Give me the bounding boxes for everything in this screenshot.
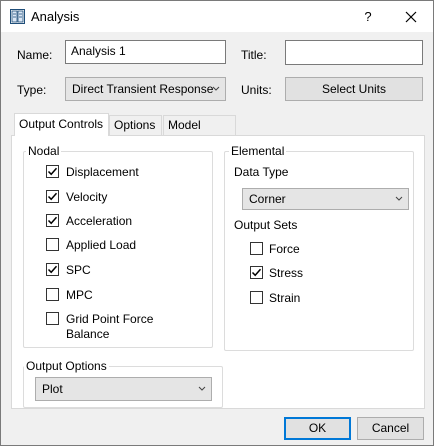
acceleration-checkbox[interactable] [46, 214, 59, 227]
output-controls-panel: Nodal Displacement Velocity Acceleration… [11, 135, 425, 409]
nodal-group-label: Nodal [26, 144, 62, 158]
spc-checkbox[interactable] [46, 263, 59, 276]
title-label: Title: [241, 48, 267, 62]
checkmark-icon [47, 265, 58, 274]
title-field[interactable] [285, 40, 423, 65]
ok-button[interactable]: OK [284, 417, 351, 440]
chevron-down-icon [198, 386, 206, 391]
tab-options[interactable]: Options [109, 115, 162, 135]
close-icon [405, 11, 417, 23]
window-title: Analysis [31, 9, 80, 24]
spc-label: SPC [66, 263, 91, 277]
strain-checkbox[interactable] [250, 291, 263, 304]
data-type-select-value: Corner [249, 192, 286, 206]
checkmark-icon [47, 216, 58, 225]
checkmark-icon [47, 167, 58, 176]
tab-output-controls[interactable]: Output Controls [14, 113, 109, 136]
type-select[interactable]: Direct Transient Response [65, 77, 226, 101]
output-options-label: Output Options [24, 359, 109, 373]
elemental-group-label: Elemental [229, 144, 287, 158]
app-icon [10, 9, 25, 24]
displacement-label: Displacement [66, 165, 139, 179]
strain-label: Strain [269, 291, 301, 305]
units-label: Units: [241, 83, 272, 97]
velocity-label: Velocity [66, 190, 108, 204]
tab-model-state[interactable]: Model State [163, 115, 236, 150]
checkmark-icon [251, 268, 262, 277]
applied-load-label: Applied Load [66, 238, 137, 252]
data-type-label: Data Type [234, 165, 289, 179]
chevron-down-icon [395, 196, 403, 201]
grid-point-force-balance-checkbox[interactable] [46, 312, 59, 325]
grid-point-force-label-line2: Balance [66, 327, 110, 341]
force-label: Force [269, 242, 300, 256]
analysis-dialog: Analysis ? Name: Analysis 1 Title: Type:… [0, 0, 434, 446]
force-checkbox[interactable] [250, 242, 263, 255]
cancel-button[interactable]: Cancel [357, 417, 424, 440]
mpc-checkbox[interactable] [46, 288, 59, 301]
checkmark-icon [47, 192, 58, 201]
output-sets-label: Output Sets [234, 218, 298, 232]
acceleration-label: Acceleration [66, 214, 133, 228]
help-button[interactable]: ? [356, 6, 380, 28]
mpc-label: MPC [66, 288, 93, 302]
stress-label: Stress [269, 266, 304, 280]
name-label: Name: [17, 48, 53, 62]
select-units-button[interactable]: Select Units [285, 77, 423, 101]
close-button[interactable] [399, 6, 423, 28]
output-options-select-value: Plot [42, 382, 63, 396]
chevron-down-icon [212, 86, 220, 91]
velocity-checkbox[interactable] [46, 190, 59, 203]
stress-checkbox[interactable] [250, 266, 263, 279]
output-options-select[interactable]: Plot [35, 377, 212, 401]
type-label: Type: [17, 83, 47, 97]
type-select-value: Direct Transient Response [72, 82, 214, 96]
grid-point-force-label: Grid Point Force [66, 312, 154, 326]
applied-load-checkbox[interactable] [46, 238, 59, 251]
data-type-select[interactable]: Corner [242, 188, 409, 210]
name-field[interactable]: Analysis 1 [65, 40, 226, 64]
displacement-checkbox[interactable] [46, 165, 59, 178]
title-bar: Analysis ? [1, 1, 433, 32]
